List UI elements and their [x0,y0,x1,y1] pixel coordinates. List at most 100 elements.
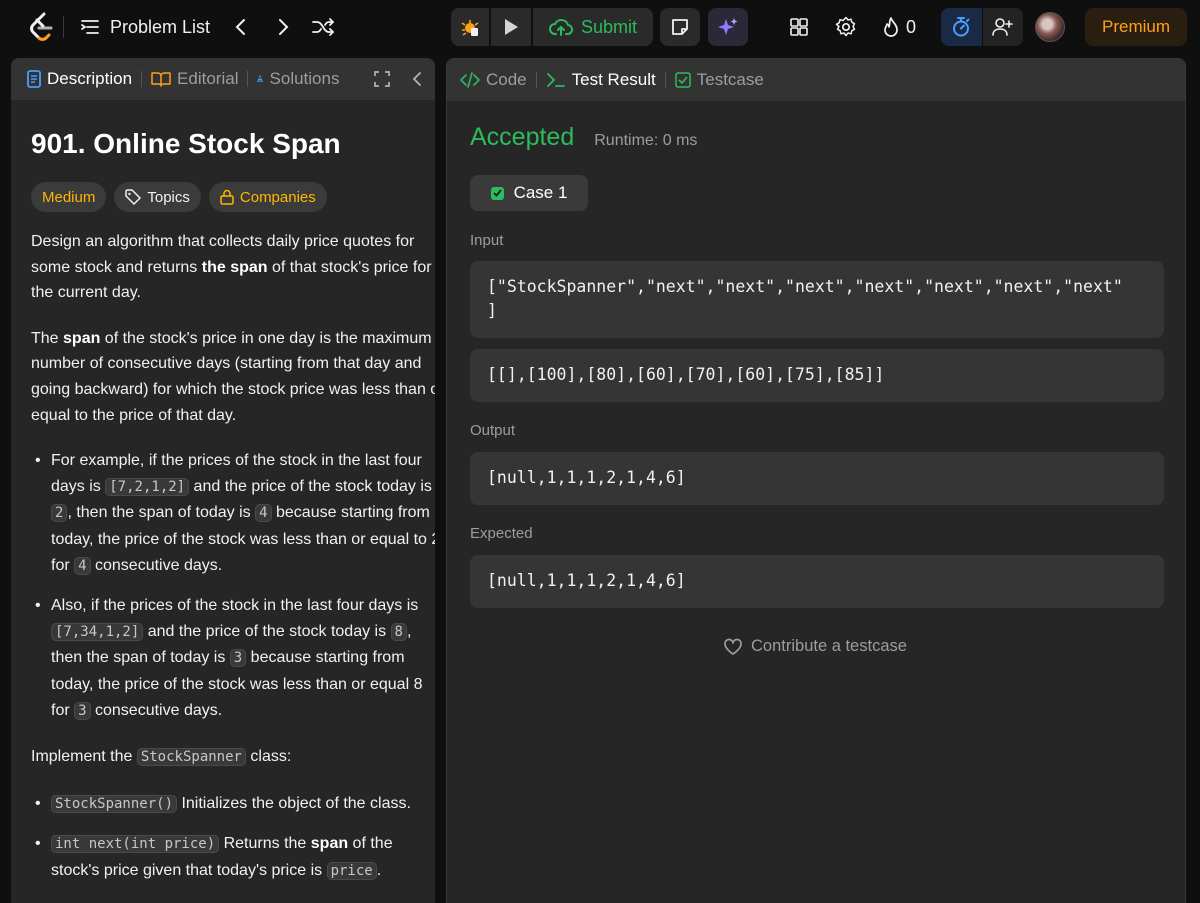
layout-button[interactable] [786,14,812,40]
submit-button[interactable]: Submit [533,8,653,46]
text-line: for 3 consecutive days. [51,698,435,725]
text-line: for 4 consecutive days. [51,553,435,580]
invite-user-button[interactable] [981,8,1023,46]
tab-testcase-label: Testcase [696,70,764,89]
leetcode-logo-icon[interactable] [26,12,56,42]
text: Implement the [31,748,137,766]
random-problem-button[interactable] [308,12,338,42]
terminal-icon [546,73,565,87]
problem-description: 901. Online Stock Span Medium Topics Com… [31,126,435,884]
problem-list-button[interactable]: Problem List [80,12,210,42]
tab-code[interactable]: Code [460,70,527,90]
list-item: Also, if the prices of the stock in the … [31,593,435,724]
text: stock's price given that today's price i… [51,861,327,879]
list-icon [81,20,99,34]
expected-value-box: [null,1,1,1,2,1,4,6] [470,555,1164,608]
text-line: the current day. [31,284,141,302]
text-line: stock's price given that today's price i… [51,858,435,885]
companies-tag[interactable]: Companies [208,182,327,212]
play-icon [505,19,518,35]
text-line: going backward) for which the stock pric… [31,380,435,398]
next-problem-button[interactable] [270,12,296,42]
topics-label: Topics [147,188,190,206]
avatar[interactable] [1035,12,1065,42]
collapse-panel-button[interactable] [406,68,428,90]
text: class: [245,748,292,766]
case-label: Case 1 [513,183,568,202]
checkbox-icon [674,72,691,88]
divider [535,72,537,88]
right-panel-tabs: Code Test Result Testcase [447,59,1185,101]
bug-icon [461,20,479,36]
status-badge: Accepted [470,123,575,151]
text-line: then the span of today is 3 because star… [51,645,435,672]
divider [247,71,249,87]
text: of the stock's price in one day is the m… [100,329,432,347]
list-item: int next(int price) Returns the span of … [31,831,435,884]
text: some stock and returns [31,258,202,276]
flask-icon [257,75,264,82]
tab-solutions[interactable]: Solutions [257,69,339,89]
text: for [51,701,75,719]
output-value: [null,1,1,1,2,1,4,6] [487,468,686,487]
runtime-text: Runtime: 0 ms [594,132,698,149]
inline-code: 2 [51,504,68,523]
expand-panel-button[interactable] [371,68,393,90]
text-line: Also, if the prices of the stock in the … [51,597,419,615]
premium-button[interactable]: Premium [1085,8,1187,46]
tab-test-result[interactable]: Test Result [546,70,656,90]
notes-button[interactable] [660,8,700,46]
contribute-testcase-button[interactable]: Contribute a testcase [723,637,907,656]
description-paragraph: Implement the StockSpanner class: [31,744,435,771]
tab-description[interactable]: Description [27,69,132,89]
description-paragraph: Design an algorithm that collects daily … [31,229,435,306]
examples-list: For example, if the prices of the stock … [31,448,435,724]
divider [664,72,666,88]
divider [63,16,64,38]
output-value-box: [null,1,1,1,2,1,4,6] [470,452,1164,505]
add-user-icon [991,18,1013,36]
streak-counter[interactable]: 0 [882,13,916,41]
debug-button[interactable] [451,8,489,46]
inline-code: 8 [390,622,407,641]
text: of that stock's price for [267,258,432,276]
case-1-button[interactable]: Case 1 [470,175,588,211]
shuffle-icon [312,18,335,36]
tab-test-result-label: Test Result [571,70,656,89]
tab-testcase[interactable]: Testcase [674,70,764,90]
timer-button[interactable] [941,8,982,46]
bold-text: span [63,329,101,347]
inline-code: 3 [229,649,247,668]
chevron-left-icon [412,72,421,86]
text: Initializes the object of the class. [177,794,411,812]
settings-button[interactable] [833,14,859,40]
input-label: Input [470,232,504,249]
text: consecutive days. [90,701,223,719]
code-icon [460,72,480,88]
text-line: number of consecutive days (starting fro… [31,355,422,373]
expected-label: Expected [470,525,533,542]
result-status: Accepted Runtime: 0 ms [470,123,697,152]
text: and the price of the stock today is [143,622,391,640]
note-icon [672,19,688,35]
inline-code: 3 [74,701,91,720]
text-line: today, the price of the stock was less t… [51,675,423,693]
topics-tag[interactable]: Topics [114,182,201,212]
chevron-right-icon [279,19,289,35]
text-line: equal to the price of that day. [31,406,237,424]
gear-icon [835,16,856,37]
chevron-left-icon [235,19,245,35]
top-bar: Problem List Submit 0 Premium [0,0,1200,54]
run-button[interactable] [491,8,531,46]
inline-code: int next(int price) [51,835,220,854]
layout-icon [790,18,808,36]
sparkle-icon [718,18,738,35]
tab-editorial[interactable]: Editorial [151,69,238,89]
submit-label: Submit [580,16,638,37]
tag-icon [125,189,142,205]
ai-assistant-button[interactable] [708,8,748,46]
divider [141,71,143,87]
test-result-panel: Code Test Result Testcase Accepted Runti… [446,58,1186,903]
streak-count: 0 [906,16,917,37]
prev-problem-button[interactable] [228,12,254,42]
